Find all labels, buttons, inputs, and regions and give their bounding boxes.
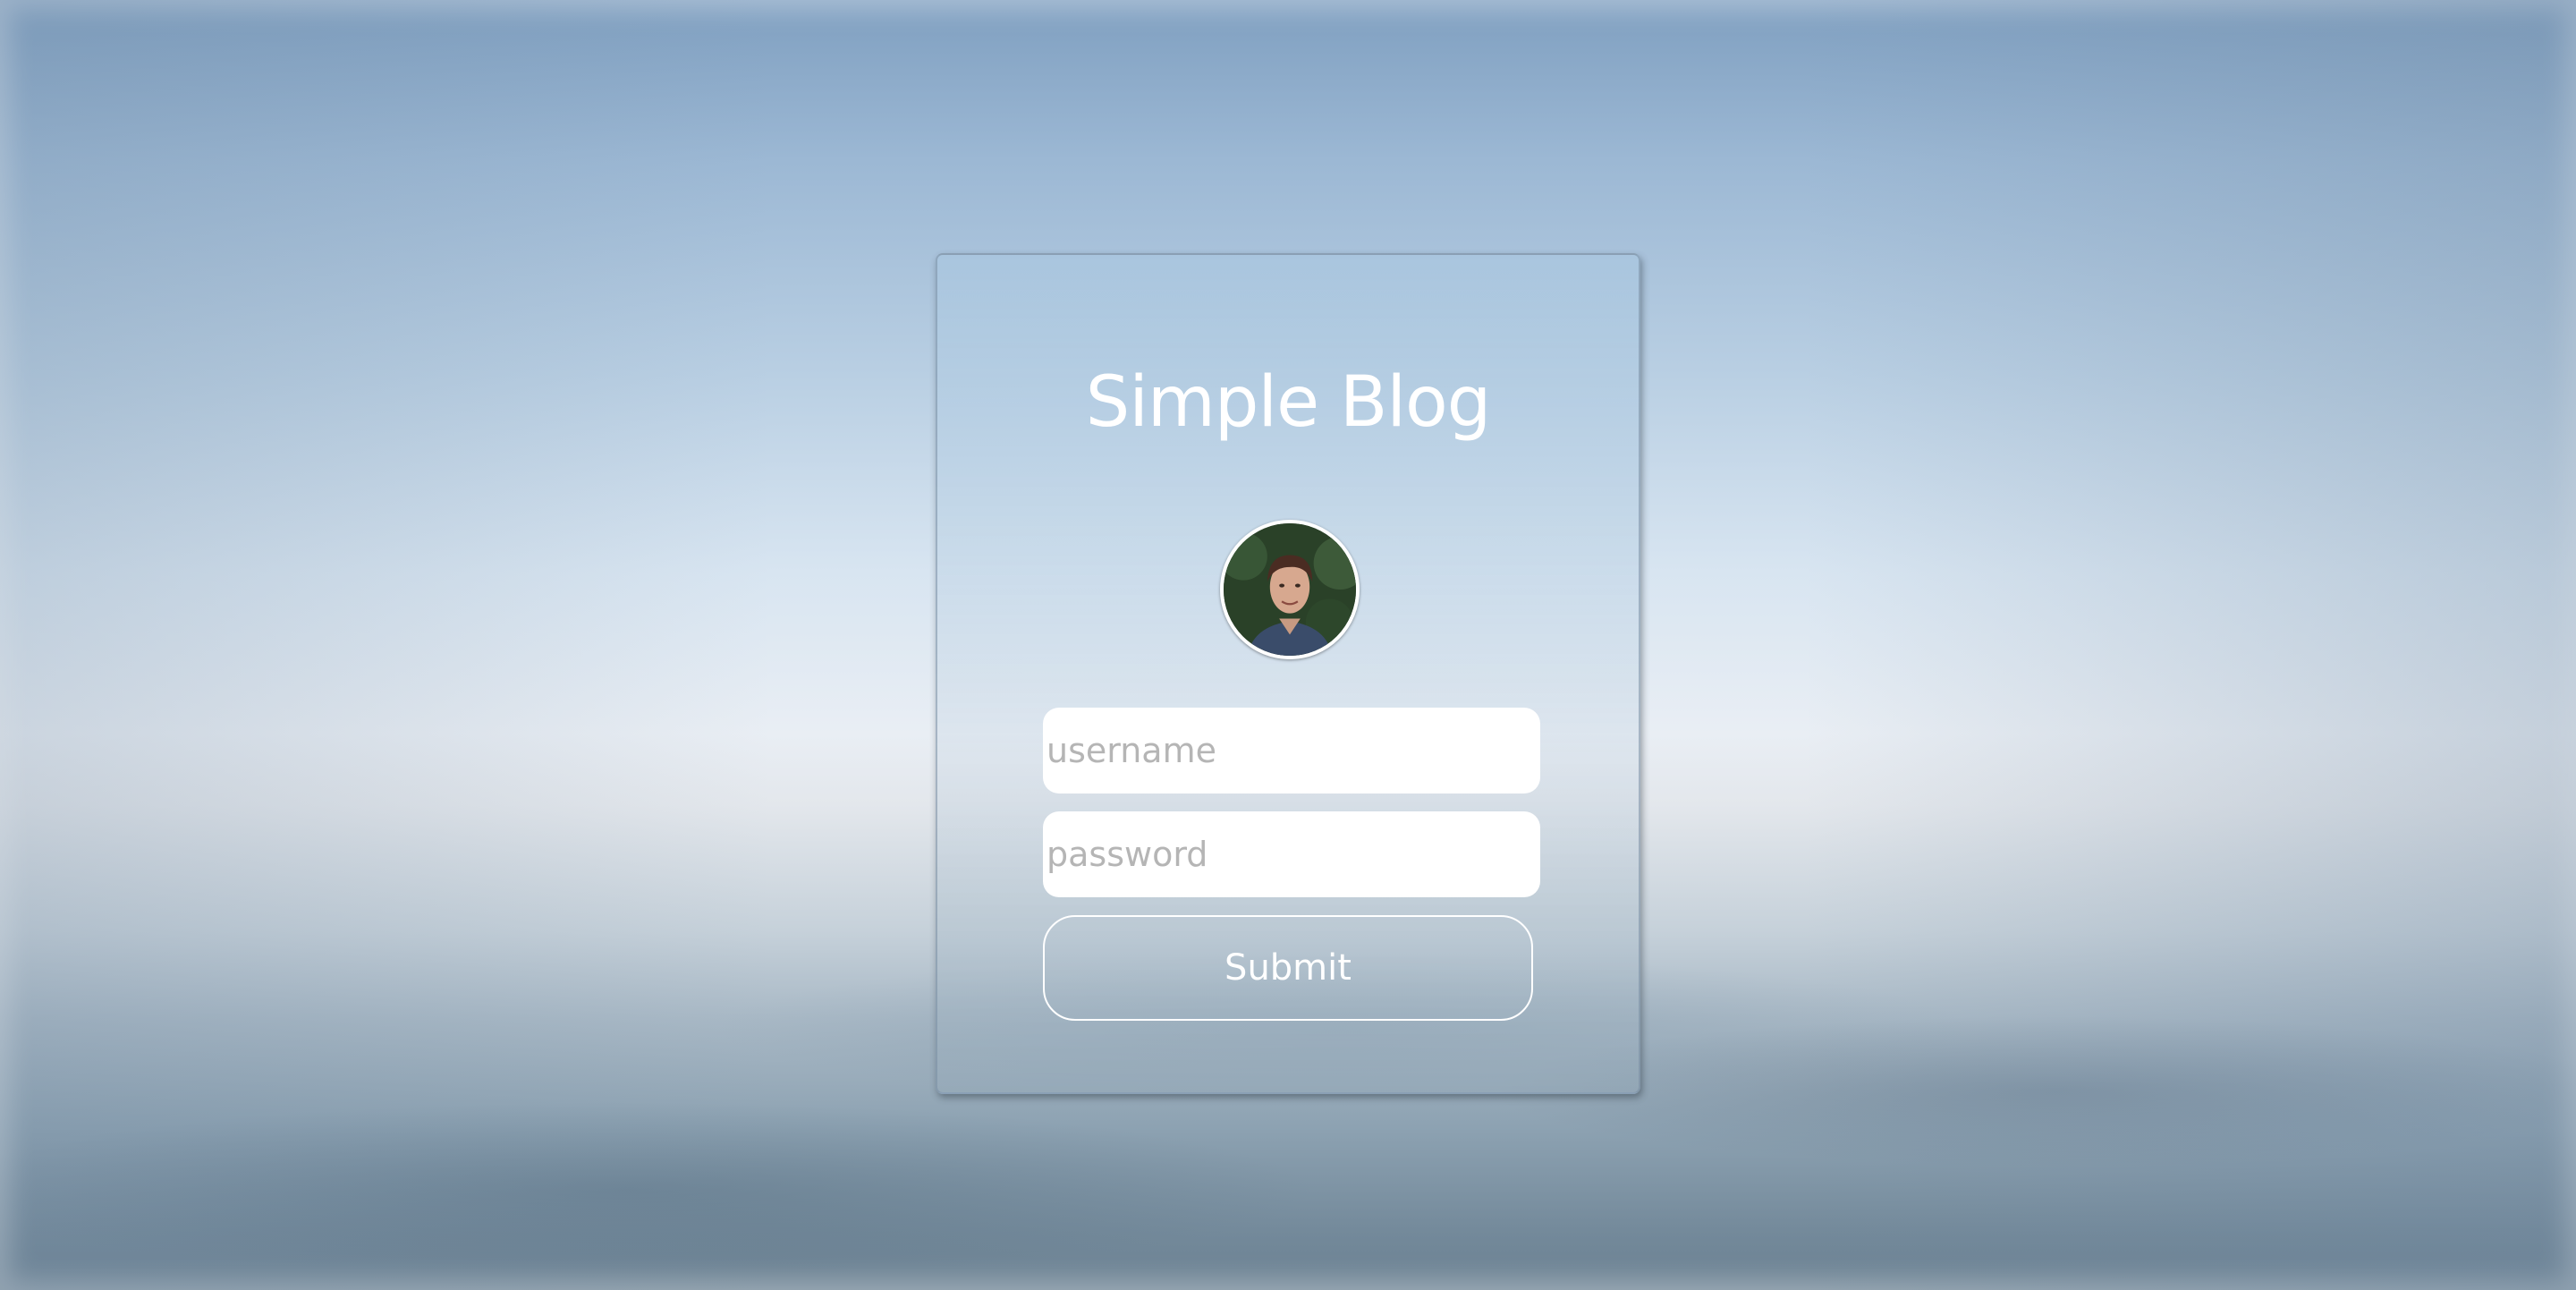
password-field[interactable] (1043, 811, 1540, 897)
login-card: Simple Blog Submit (936, 253, 1640, 1094)
page-title: Simple Blog (1085, 362, 1492, 443)
submit-button[interactable]: Submit (1043, 915, 1533, 1021)
avatar-photo (1224, 523, 1356, 656)
username-field[interactable] (1043, 708, 1540, 794)
avatar (1220, 520, 1360, 659)
